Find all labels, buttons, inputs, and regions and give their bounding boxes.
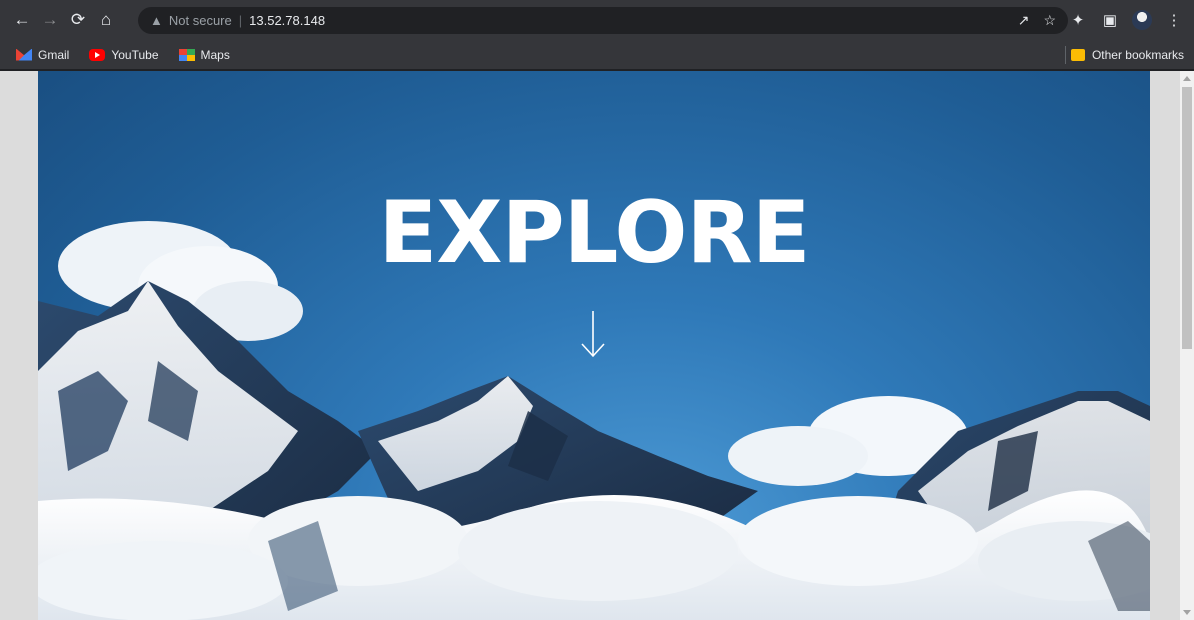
extensions-icon[interactable]: ✦ [1068,6,1088,34]
folder-icon [1070,48,1085,61]
hero-title: EXPLORE [378,183,811,283]
scroll-down-arrow-icon[interactable] [1183,610,1191,615]
bookmark-label: Gmail [38,47,70,62]
bookmarks-bar: Gmail YouTube Maps Other bookmarks [0,40,1194,70]
omnibox-actions: ↗ ☆ [1018,7,1056,34]
avatar [1132,10,1152,30]
other-bookmarks[interactable]: Other bookmarks [1070,47,1184,62]
profile-button[interactable] [1132,6,1152,34]
browser-toolbar: ← → ⟳ ⌂ ▲ Not secure | 13.52.78.148 ↗ ☆ … [0,0,1194,40]
home-button[interactable]: ⌂ [92,6,120,34]
menu-kebab-icon[interactable]: ⋮ [1164,6,1184,34]
bookmark-maps[interactable]: Maps [175,48,234,62]
forward-arrow-icon: → [41,10,59,29]
reload-icon: ⟳ [70,10,86,29]
url-text[interactable]: 13.52.78.148 [249,13,325,28]
warning-icon: ▲ [150,13,163,28]
security-label: Not secure [168,13,232,28]
address-bar[interactable]: ▲ Not secure | 13.52.78.148 ↗ ☆ [138,7,1068,34]
security-indicator[interactable]: ▲ Not secure [150,13,232,28]
bookmark-youtube[interactable]: YouTube [85,48,162,62]
bookmarks-divider [1065,46,1066,64]
gmail-icon [16,48,32,61]
bookmark-label: Maps [200,47,230,62]
hero-section: EXPLORE [38,71,1150,620]
page-viewport: EXPLORE [0,71,1194,620]
scroll-up-arrow-icon[interactable] [1183,76,1191,81]
bookmark-label: YouTube [111,47,159,62]
arrow-down-icon[interactable] [578,309,608,359]
back-arrow-icon: ← [13,10,31,29]
reload-button[interactable]: ⟳ [64,6,92,34]
back-button[interactable]: ← [8,6,36,34]
navigation-buttons: ← → ⟳ ⌂ [8,6,120,34]
side-panel-icon[interactable]: ▣ [1100,6,1120,34]
home-icon: ⌂ [100,10,112,29]
vertical-scrollbar[interactable] [1180,71,1194,620]
youtube-icon [89,48,106,61]
maps-icon [178,48,195,61]
other-bookmarks-label: Other bookmarks [1091,47,1184,62]
toolbar-right: ✦ ▣ ⋮ [1068,6,1184,34]
omnibox-separator: | [238,13,243,28]
scroll-thumb[interactable] [1182,87,1192,349]
share-icon[interactable]: ↗ [1018,12,1030,29]
bookmark-gmail[interactable]: Gmail [12,48,73,62]
bookmark-star-icon[interactable]: ☆ [1043,12,1056,29]
forward-button[interactable]: → [36,6,64,34]
